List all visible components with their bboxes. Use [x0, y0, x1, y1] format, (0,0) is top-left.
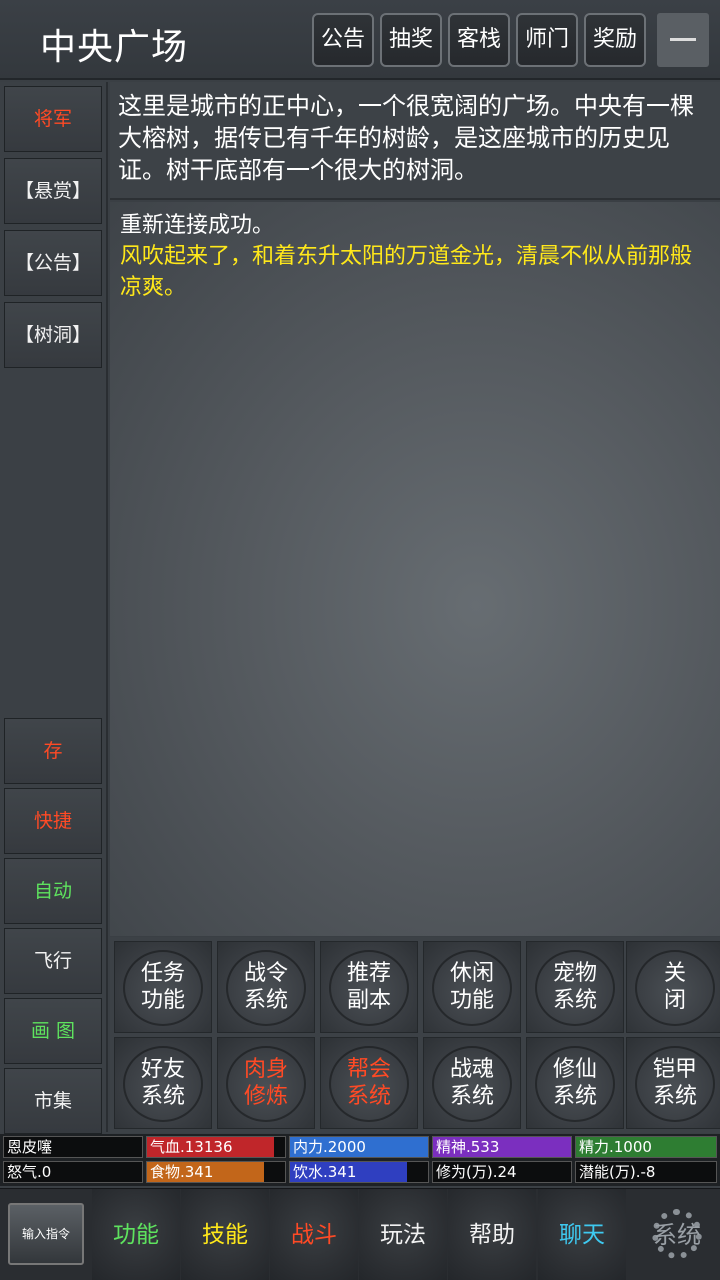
sidebar-item-notice[interactable]: 【公告】: [4, 230, 102, 296]
header-bar: 中央广场 公告 抽奖 客栈 师门 奖励: [0, 0, 720, 80]
nav-function[interactable]: 功能: [92, 1189, 180, 1280]
recommended-dungeon-button[interactable]: 推荐 副本: [320, 941, 418, 1033]
food-bar: 食物.341: [146, 1161, 286, 1183]
sidebar-item-fly[interactable]: 飞行: [4, 928, 102, 994]
function-grid: 任务 功能 战令 系统 推荐 副本 休闲 功能 宠物 系统 关闭 好友 系统 肉身 修炼 帮会…: [110, 937, 720, 1133]
war-soul-button[interactable]: 战魂 系统: [423, 1037, 521, 1129]
task-function-button[interactable]: 任务 功能: [114, 941, 212, 1033]
room-description: 这里是城市的正中心，一个很宽阔的广场。中央有一棵大榕树，据传已有千年的树龄，是这…: [110, 82, 720, 200]
master-button[interactable]: 师门: [516, 13, 578, 67]
xiuwei-value: 修为(万).24: [432, 1161, 572, 1183]
cultivation-system-button[interactable]: 修仙 系统: [526, 1037, 624, 1129]
minus-icon: [670, 38, 696, 41]
sidebar-item-save[interactable]: 存: [4, 718, 102, 784]
sidebar-item-auto[interactable]: 自动: [4, 858, 102, 924]
qianneng-value: 潜能(万).-8: [575, 1161, 717, 1183]
friend-system-button[interactable]: 好友 系统: [114, 1037, 212, 1129]
nav-gameplay[interactable]: 玩法: [359, 1189, 447, 1280]
sidebar-item-market[interactable]: 市集: [4, 1068, 102, 1134]
body-training-button[interactable]: 肉身 修炼: [217, 1037, 315, 1129]
lottery-button[interactable]: 抽奖: [380, 13, 442, 67]
sidebar: 将军 【悬赏】 【公告】 【树洞】 存 快捷 自动 飞行 画 图 市集: [0, 82, 108, 1134]
jingshen-bar: 精神.533: [432, 1136, 572, 1158]
system-button[interactable]: 系统: [634, 1189, 720, 1280]
leisure-function-button[interactable]: 休闲 功能: [423, 941, 521, 1033]
inn-button[interactable]: 客栈: [448, 13, 510, 67]
page-title: 中央广场: [40, 27, 189, 68]
bottom-nav: 输入指令 功能 技能 战斗 玩法 帮助 聊天 系统: [0, 1188, 720, 1280]
hp-bar: 气血.13136: [146, 1136, 286, 1158]
status-bars: 恩皮噻 气血.13136 内力.2000 精神.533 精力.1000 怒气.0…: [0, 1134, 720, 1186]
rage-bar: 怒气.0: [3, 1161, 143, 1183]
log-line: 风吹起来了，和着东升太阳的万道金光，清晨不似从前那般凉爽。: [120, 244, 693, 300]
sidebar-item-bounty[interactable]: 【悬赏】: [4, 158, 102, 224]
nav-battle[interactable]: 战斗: [270, 1189, 358, 1280]
jingli-bar: 精力.1000: [575, 1136, 717, 1158]
reward-button[interactable]: 奖励: [584, 13, 646, 67]
close-grid-button[interactable]: 关闭: [626, 941, 720, 1033]
sidebar-item-general[interactable]: 将军: [4, 86, 102, 152]
sidebar-item-tree-hole[interactable]: 【树洞】: [4, 302, 102, 368]
neili-bar: 内力.2000: [289, 1136, 429, 1158]
nav-help[interactable]: 帮助: [448, 1189, 536, 1280]
guild-system-button[interactable]: 帮会 系统: [320, 1037, 418, 1129]
armor-system-button[interactable]: 铠甲 系统: [626, 1037, 720, 1129]
battle-pass-button[interactable]: 战令 系统: [217, 941, 315, 1033]
nav-chat[interactable]: 聊天: [538, 1189, 626, 1280]
player-name: 恩皮噻: [3, 1136, 143, 1158]
nav-skill[interactable]: 技能: [181, 1189, 269, 1280]
input-command-button[interactable]: 输入指令: [8, 1203, 84, 1265]
log-line: 重新连接成功。: [120, 213, 275, 238]
message-log: 重新连接成功。 风吹起来了，和着东升太阳的万道金光，清晨不似从前那般凉爽。: [110, 202, 720, 936]
sidebar-item-map[interactable]: 画 图: [4, 998, 102, 1064]
pet-system-button[interactable]: 宠物 系统: [526, 941, 624, 1033]
water-bar: 饮水.341: [289, 1161, 429, 1183]
minimize-button[interactable]: [657, 13, 709, 67]
announcement-button[interactable]: 公告: [312, 13, 374, 67]
sidebar-item-shortcut[interactable]: 快捷: [4, 788, 102, 854]
